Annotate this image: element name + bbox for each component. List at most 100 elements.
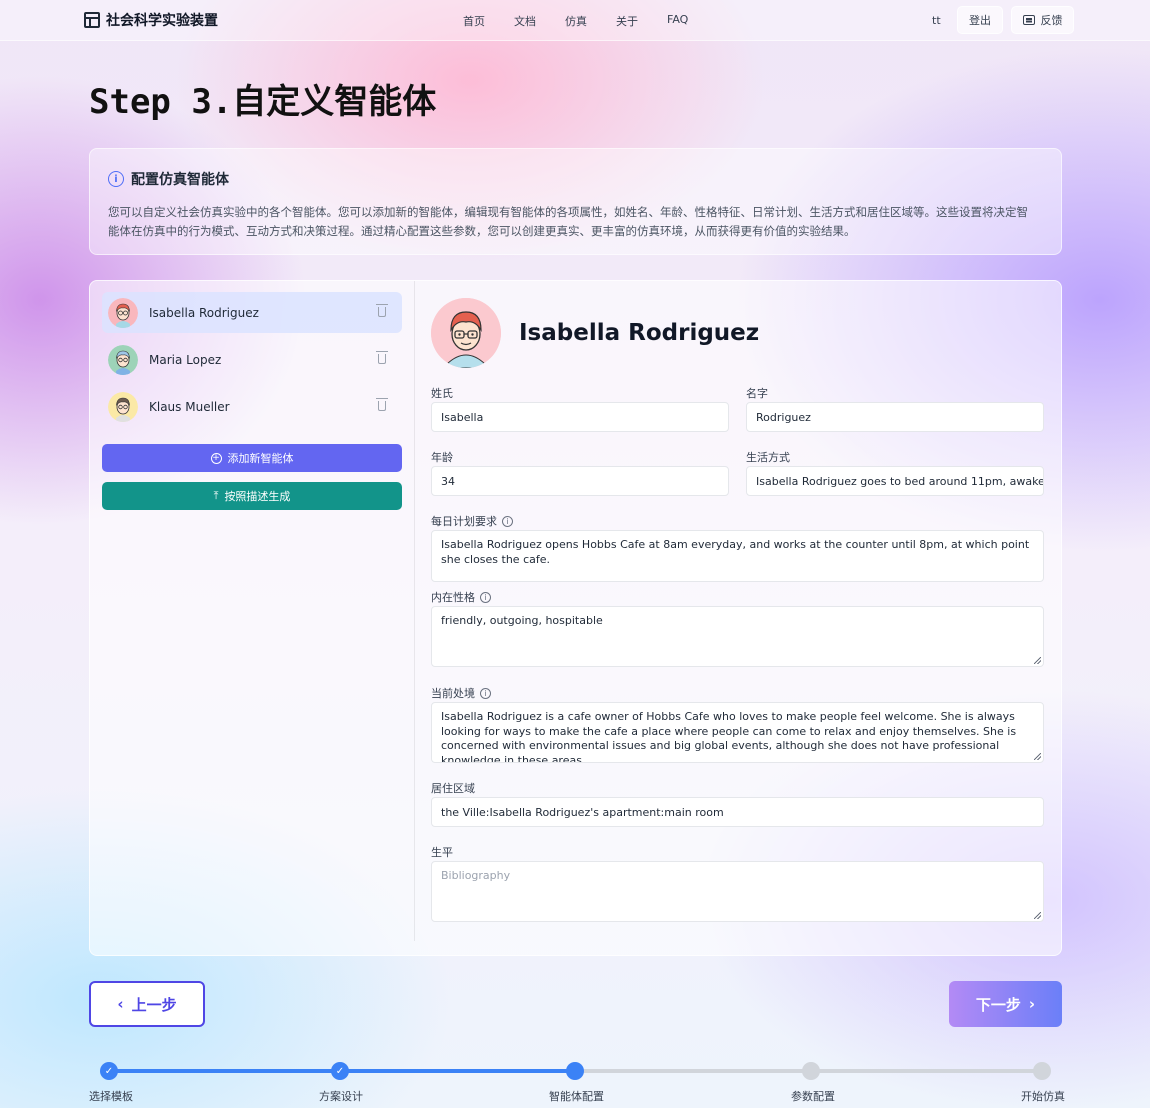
last-name-input[interactable]: Isabella xyxy=(431,402,729,432)
info-description: 您可以自定义社会仿真实验中的各个智能体。您可以添加新的智能体，编辑现有智能体的各… xyxy=(108,203,1048,240)
agent-name: Klaus Mueller xyxy=(149,399,230,414)
agent-portrait xyxy=(431,298,501,368)
lifestyle-input[interactable]: Isabella Rodriguez goes to bed around 11… xyxy=(746,466,1044,496)
daily-plan-text: Isabella Rodriguez opens Hobbs Cafe at 8… xyxy=(441,538,1030,566)
info-line-2: 能体在仿真中的行为模式、互动方式和决策过程。通过精心配置这些参数，您可以创建更真… xyxy=(108,223,856,238)
info-header: i 配置仿真智能体 xyxy=(108,169,229,189)
avatar xyxy=(108,344,138,375)
step-label: 开始仿真 xyxy=(1021,1090,1065,1103)
situation-label: 当前处境 i xyxy=(431,685,491,701)
age-label: 年龄 xyxy=(431,449,453,465)
label-text: 姓氏 xyxy=(431,387,453,400)
first-name-input[interactable]: Rodriguez xyxy=(746,402,1044,432)
logout-button[interactable]: 登出 xyxy=(957,6,1003,34)
upload-icon: ⤒ xyxy=(213,489,219,502)
agent-item[interactable]: Maria Lopez xyxy=(102,339,402,380)
next-step-button[interactable]: 下一步 › xyxy=(949,981,1062,1027)
label-text: 当前处境 xyxy=(431,687,475,700)
previous-step-button[interactable]: ‹ 上一步 xyxy=(89,981,205,1027)
agent-item[interactable]: Klaus Mueller xyxy=(102,386,402,427)
help-icon[interactable]: i xyxy=(502,515,513,527)
innate-textarea[interactable]: friendly, outgoing, hospitable xyxy=(431,606,1044,667)
top-navbar: 社会科学实验装置 首页 文档 仿真 关于 FAQ tt 登出 反馈 xyxy=(0,0,1150,41)
bio-textarea[interactable]: Bibliography xyxy=(431,861,1044,922)
step-dot-current[interactable] xyxy=(566,1062,584,1080)
layout-icon xyxy=(84,12,100,28)
feedback-label: 反馈 xyxy=(1040,14,1063,27)
situation-textarea[interactable]: Isabella Rodriguez is a cafe owner of Ho… xyxy=(431,702,1044,763)
bio-label: 生平 xyxy=(431,844,453,860)
resize-handle[interactable] xyxy=(1034,753,1041,760)
chevron-left-icon: ‹ xyxy=(117,995,124,1013)
brand[interactable]: 社会科学实验装置 xyxy=(84,10,218,30)
avatar xyxy=(108,297,138,328)
label-text: 生活方式 xyxy=(746,451,790,464)
step-label: 参数配置 xyxy=(791,1090,835,1103)
next-label: 下一步 xyxy=(975,995,1021,1014)
agent-name: Maria Lopez xyxy=(149,352,222,367)
nav-home[interactable]: 首页 xyxy=(463,13,485,29)
area-label: 居住区域 xyxy=(431,780,475,796)
nav-simulation[interactable]: 仿真 xyxy=(565,13,587,29)
nav-faq[interactable]: FAQ xyxy=(667,13,688,29)
generate-label: 按照描述生成 xyxy=(224,490,291,503)
label-text: 每日计划要求 xyxy=(431,515,497,528)
panel-divider xyxy=(414,281,415,941)
add-agent-button[interactable]: + 添加新智能体 xyxy=(102,444,402,472)
trash-icon[interactable] xyxy=(376,351,388,364)
step-dot-done[interactable]: ✓ xyxy=(331,1062,349,1080)
daily-plan-textarea[interactable]: Isabella Rodriguez opens Hobbs Cafe at 8… xyxy=(431,530,1044,582)
plus-circle-icon: + xyxy=(210,452,222,464)
step-label: 智能体配置 xyxy=(549,1090,604,1103)
previous-label: 上一步 xyxy=(131,995,177,1014)
feedback-button[interactable]: 反馈 xyxy=(1011,6,1074,34)
label-text: 居住区域 xyxy=(431,782,475,795)
help-icon[interactable]: i xyxy=(480,591,491,603)
trash-icon[interactable] xyxy=(376,304,388,317)
label-text: 年龄 xyxy=(431,451,453,464)
label-text: 内在性格 xyxy=(431,591,475,604)
logout-label: 登出 xyxy=(969,14,991,27)
help-icon[interactable]: i xyxy=(480,687,491,699)
area-input[interactable]: the Ville:Isabella Rodriguez's apartment… xyxy=(431,797,1044,827)
label-text: 名字 xyxy=(746,387,768,400)
resize-handle[interactable] xyxy=(1034,912,1041,919)
info-line-1: 您可以自定义社会仿真实验中的各个智能体。您可以添加新的智能体，编辑现有智能体的各… xyxy=(108,205,1028,219)
last-name-label: 姓氏 xyxy=(431,385,453,401)
chevron-right-icon: › xyxy=(1028,995,1036,1013)
agent-name: Isabella Rodriguez xyxy=(149,305,259,320)
innate-text: friendly, outgoing, hospitable xyxy=(441,614,603,627)
check-icon: ✓ xyxy=(104,1065,114,1077)
trash-icon[interactable] xyxy=(376,398,388,411)
daily-plan-label: 每日计划要求 i xyxy=(431,513,513,529)
label-text: 生平 xyxy=(431,846,453,859)
lifestyle-label: 生活方式 xyxy=(746,449,790,465)
check-icon: ✓ xyxy=(335,1065,345,1077)
step-dot-done[interactable]: ✓ xyxy=(100,1062,118,1080)
page-title: Step 3.自定义智能体 xyxy=(89,82,437,122)
resize-handle[interactable] xyxy=(1034,657,1041,664)
main-nav: 首页 文档 仿真 关于 FAQ xyxy=(463,13,688,29)
agent-editor-panel: Isabella Rodriguez Maria Lopez Klaus Mue… xyxy=(89,280,1062,956)
agent-item[interactable]: Isabella Rodriguez xyxy=(102,292,402,333)
info-title: 配置仿真智能体 xyxy=(131,172,229,188)
age-input[interactable]: 34 xyxy=(431,466,729,496)
situation-text: Isabella Rodriguez is a cafe owner of Ho… xyxy=(441,710,1017,763)
add-agent-label: 添加新智能体 xyxy=(227,452,294,465)
nav-about[interactable]: 关于 xyxy=(616,13,638,29)
step-label: 方案设计 xyxy=(319,1090,363,1103)
generate-from-description-button[interactable]: ⤒ 按照描述生成 xyxy=(102,482,402,510)
info-card: i 配置仿真智能体 您可以自定义社会仿真实验中的各个智能体。您可以添加新的智能体… xyxy=(89,148,1062,255)
first-name-label: 名字 xyxy=(746,385,768,401)
username: tt xyxy=(932,14,941,27)
step-dot-todo[interactable] xyxy=(1033,1062,1051,1080)
brand-title: 社会科学实验装置 xyxy=(106,13,218,29)
agent-detail-name: Isabella Rodriguez xyxy=(519,320,760,346)
bio-placeholder: Bibliography xyxy=(441,869,511,882)
nav-docs[interactable]: 文档 xyxy=(514,13,536,29)
step-dot-todo[interactable] xyxy=(802,1062,820,1080)
agent-list: Isabella Rodriguez Maria Lopez Klaus Mue… xyxy=(102,292,402,433)
step-label: 选择模板 xyxy=(89,1090,133,1103)
innate-label: 内在性格 i xyxy=(431,589,491,605)
message-icon xyxy=(1022,15,1035,25)
